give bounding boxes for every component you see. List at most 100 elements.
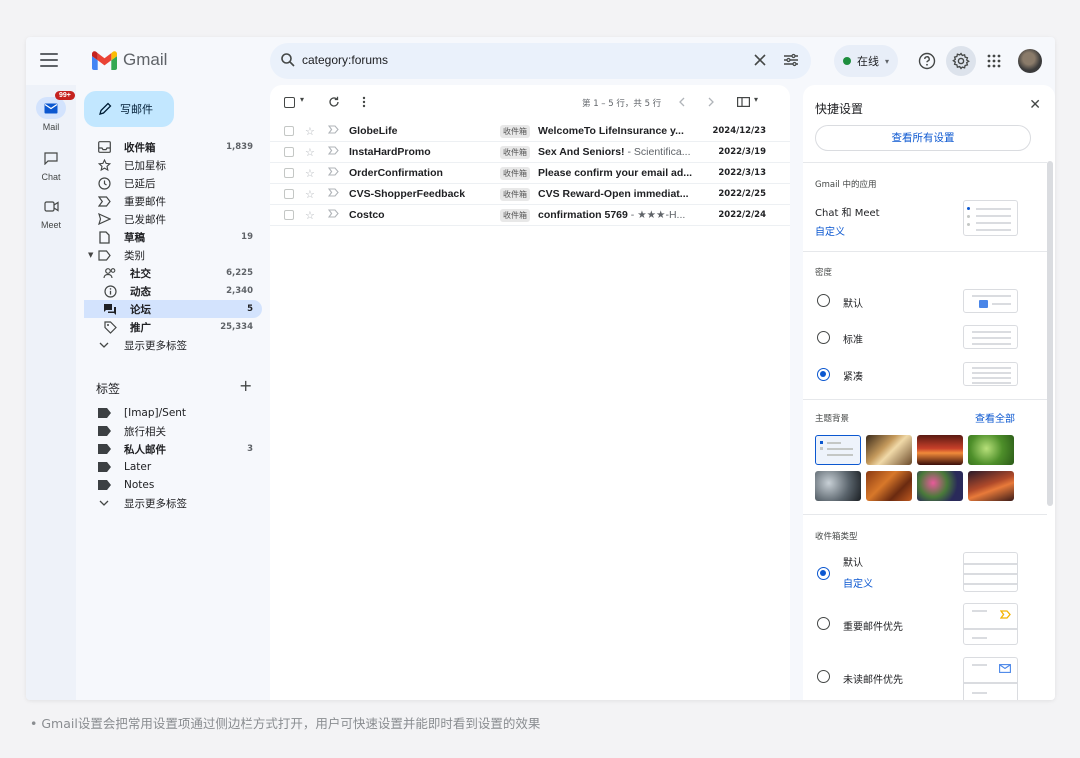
split-pane-icon[interactable] bbox=[737, 97, 750, 107]
nav-sent[interactable]: 已发邮件 bbox=[84, 210, 262, 228]
label-item[interactable]: [Imap]/Sent bbox=[84, 404, 262, 422]
theme-flowers-thumbnail[interactable] bbox=[917, 471, 963, 501]
theme-default-thumbnail[interactable] bbox=[815, 435, 861, 465]
star-icon[interactable]: ☆ bbox=[305, 167, 315, 180]
nav-categories[interactable]: ▼ 类别 bbox=[84, 246, 262, 264]
theme-view-all-link[interactable]: 查看全部 bbox=[975, 410, 1015, 425]
add-label-icon[interactable]: + bbox=[239, 376, 252, 395]
inbox-important-radio[interactable] bbox=[817, 617, 830, 630]
caret-down-icon[interactable]: ▼ bbox=[88, 251, 93, 259]
nav-social[interactable]: 社交 6,225 bbox=[84, 264, 262, 282]
inbox-default-radio[interactable] bbox=[817, 567, 830, 580]
email-date: 2022/3/13 bbox=[718, 168, 766, 178]
chevron-down-icon bbox=[97, 338, 111, 352]
email-subject: WelcomeTo LifeInsurance y... bbox=[538, 125, 684, 137]
theme-canyon-thumbnail[interactable] bbox=[917, 435, 963, 465]
row-checkbox[interactable] bbox=[284, 126, 294, 136]
label-item[interactable]: Notes bbox=[84, 476, 262, 494]
important-marker-icon[interactable] bbox=[327, 167, 339, 179]
email-row[interactable]: ☆ CVS-ShopperFeedback 收件箱 CVS Reward-Ope… bbox=[270, 184, 790, 205]
nav-label: 收件箱 bbox=[124, 141, 156, 154]
email-row[interactable]: ☆ OrderConfirmation 收件箱 Please confirm y… bbox=[270, 163, 790, 184]
label-item[interactable]: Later bbox=[84, 458, 262, 476]
star-icon[interactable]: ☆ bbox=[305, 209, 315, 222]
star-icon[interactable]: ☆ bbox=[305, 146, 315, 159]
nav-label: 社交 bbox=[130, 267, 151, 280]
select-all-checkbox[interactable] bbox=[284, 97, 295, 108]
nav-drafts[interactable]: 草稿 19 bbox=[84, 228, 262, 246]
close-icon[interactable]: ✕ bbox=[1029, 97, 1041, 113]
search-icon[interactable] bbox=[280, 52, 296, 68]
theme-leaf-thumbnail[interactable] bbox=[968, 435, 1014, 465]
label-item[interactable]: 旅行相关 bbox=[84, 422, 262, 440]
important-marker-icon[interactable] bbox=[327, 209, 339, 221]
email-sender: OrderConfirmation bbox=[349, 167, 443, 179]
search-bar[interactable]: category:forums bbox=[270, 43, 811, 79]
theme-sunset-thumbnail[interactable] bbox=[968, 471, 1014, 501]
account-avatar[interactable] bbox=[1018, 49, 1042, 73]
refresh-icon[interactable] bbox=[328, 96, 340, 108]
email-row[interactable]: ☆ InstaHardPromo 收件箱 Sex And Seniors! - … bbox=[270, 142, 790, 163]
row-checkbox[interactable] bbox=[284, 210, 294, 220]
rail-chat[interactable]: Chat bbox=[26, 147, 76, 182]
label-name: 显示更多标签 bbox=[124, 497, 187, 510]
clear-search-icon[interactable] bbox=[753, 53, 767, 67]
see-all-settings-button[interactable]: 查看所有设置 bbox=[815, 125, 1031, 151]
status-selector[interactable]: 在线 ▾ bbox=[834, 45, 899, 77]
nav-important[interactable]: 重要邮件 bbox=[84, 192, 262, 210]
nav-snoozed[interactable]: 已延后 bbox=[84, 174, 262, 192]
email-row[interactable]: ☆ Costco 收件箱 confirmation 5769 - ★★★-H..… bbox=[270, 205, 790, 226]
inbox-customize-link[interactable]: 自定义 bbox=[843, 575, 873, 590]
gmail-window: Gmail category:forums 在线 ▾ 99+ Mail Chat… bbox=[26, 37, 1055, 700]
email-sender: InstaHardPromo bbox=[349, 146, 431, 158]
density-comfortable-radio[interactable] bbox=[817, 331, 830, 344]
density-compact-radio[interactable] bbox=[817, 368, 830, 381]
nav-promotions[interactable]: 推广 25,334 bbox=[84, 318, 262, 336]
gmail-logo[interactable]: Gmail bbox=[92, 50, 167, 70]
panel-scrollbar[interactable] bbox=[1047, 161, 1053, 506]
gear-icon[interactable] bbox=[946, 46, 976, 76]
search-input[interactable]: category:forums bbox=[302, 53, 388, 67]
split-pane-dropdown-icon[interactable]: ▾ bbox=[754, 95, 758, 104]
star-icon bbox=[97, 158, 111, 172]
inbox-default-preview bbox=[963, 552, 1018, 592]
nav-inbox[interactable]: 收件箱 1,839 bbox=[84, 138, 262, 156]
important-marker-icon[interactable] bbox=[327, 146, 339, 158]
email-sender: Costco bbox=[349, 209, 385, 221]
theme-chess-thumbnail[interactable] bbox=[866, 435, 912, 465]
labels-more[interactable]: 显示更多标签 bbox=[84, 494, 262, 512]
label-item[interactable]: 私人邮件 3 bbox=[84, 440, 262, 458]
email-subject-line: WelcomeTo LifeInsurance y... bbox=[538, 125, 693, 137]
row-checkbox[interactable] bbox=[284, 168, 294, 178]
important-marker-icon[interactable] bbox=[327, 125, 339, 137]
caption: • Gmail设置会把常用设置项通过侧边栏方式打开，用户可快速设置并能即时看到设… bbox=[30, 716, 541, 731]
theme-autumn-thumbnail[interactable] bbox=[866, 471, 912, 501]
theme-bubbles-thumbnail[interactable] bbox=[815, 471, 861, 501]
help-icon[interactable] bbox=[914, 48, 940, 74]
star-icon[interactable]: ☆ bbox=[305, 125, 315, 138]
nav-more-labels[interactable]: 显示更多标签 bbox=[84, 336, 262, 354]
nav-forums[interactable]: 论坛 5 bbox=[84, 300, 262, 318]
email-row[interactable]: ☆ GlobeLife 收件箱 WelcomeTo LifeInsurance … bbox=[270, 121, 790, 142]
nav-starred[interactable]: 已加星标 bbox=[84, 156, 262, 174]
label-icon bbox=[97, 460, 111, 474]
row-checkbox[interactable] bbox=[284, 189, 294, 199]
more-vert-icon[interactable] bbox=[362, 96, 366, 108]
row-checkbox[interactable] bbox=[284, 147, 294, 157]
density-default-radio[interactable] bbox=[817, 294, 830, 307]
next-page-icon[interactable] bbox=[708, 97, 715, 107]
inbox-unread-radio[interactable] bbox=[817, 670, 830, 683]
star-icon[interactable]: ☆ bbox=[305, 188, 315, 201]
select-dropdown-icon[interactable]: ▾ bbox=[300, 95, 304, 104]
rail-meet[interactable]: Meet bbox=[26, 195, 76, 230]
compose-button[interactable]: 写邮件 bbox=[84, 91, 174, 127]
prev-page-icon[interactable] bbox=[678, 97, 685, 107]
info-icon bbox=[103, 284, 117, 298]
important-marker-icon[interactable] bbox=[327, 188, 339, 200]
main-menu-icon[interactable] bbox=[40, 53, 58, 67]
nav-updates[interactable]: 动态 2,340 bbox=[84, 282, 262, 300]
apps-customize-link[interactable]: 自定义 bbox=[815, 223, 845, 238]
search-options-icon[interactable] bbox=[783, 53, 799, 67]
rail-mail[interactable]: 99+ Mail bbox=[26, 91, 76, 132]
apps-grid-icon[interactable] bbox=[981, 48, 1007, 74]
